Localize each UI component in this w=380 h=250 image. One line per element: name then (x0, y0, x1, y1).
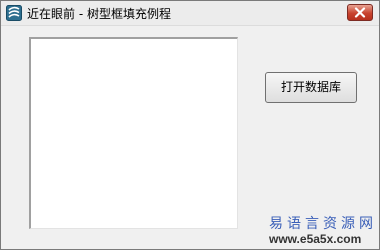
tree-view[interactable] (29, 37, 238, 229)
app-window: 近在眼前 - 树型框填充例程 打开数据库 易语言资源网 www.e5a5x.co… (0, 0, 380, 250)
app-icon (6, 5, 22, 21)
close-button[interactable] (347, 4, 373, 21)
title-bar[interactable]: 近在眼前 - 树型框填充例程 (1, 1, 379, 26)
window-title: 近在眼前 - 树型框填充例程 (27, 7, 171, 21)
open-database-button[interactable]: 打开数据库 (265, 72, 357, 103)
watermark-url: www.e5a5x.com (269, 232, 362, 246)
watermark-site-name: 易语言资源网 (269, 216, 377, 232)
close-icon (354, 7, 366, 18)
